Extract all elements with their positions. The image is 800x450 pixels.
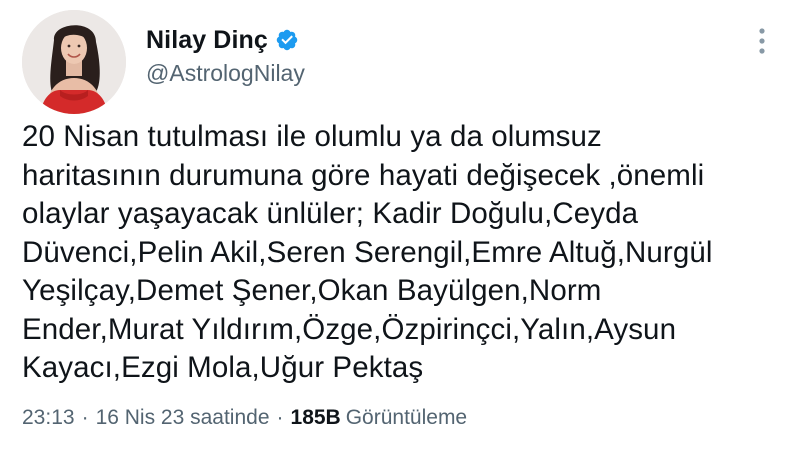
tweet-card: Nilay Dinç @AstrologNilay 20 Nisan tutul… [0,0,800,450]
avatar[interactable] [22,10,126,114]
name-row: Nilay Dinç [146,24,305,56]
views-label: Görüntüleme [345,406,468,429]
views-count: 185B [290,406,341,429]
tweet-meta: 23:13 · 16 Nis 23 saatinde · 185B Görünt… [22,406,467,430]
tweet-text: 20 Nisan tutulması ile olumlu ya da olum… [22,120,713,384]
avatar-photo [22,10,126,114]
user-handle[interactable]: @AstrologNilay [146,60,305,87]
tweet-time[interactable]: 23:13 [22,406,75,430]
meta-separator: · [81,406,89,429]
tweet-header: Nilay Dinç @AstrologNilay [146,24,305,87]
verified-badge-icon [275,28,299,52]
more-options-button[interactable] [748,24,776,58]
meta-separator: · [276,406,284,429]
tweet-date[interactable]: 16 Nis 23 saatinde [96,406,270,430]
more-vertical-icon [759,28,765,54]
display-name[interactable]: Nilay Dinç [146,26,268,55]
